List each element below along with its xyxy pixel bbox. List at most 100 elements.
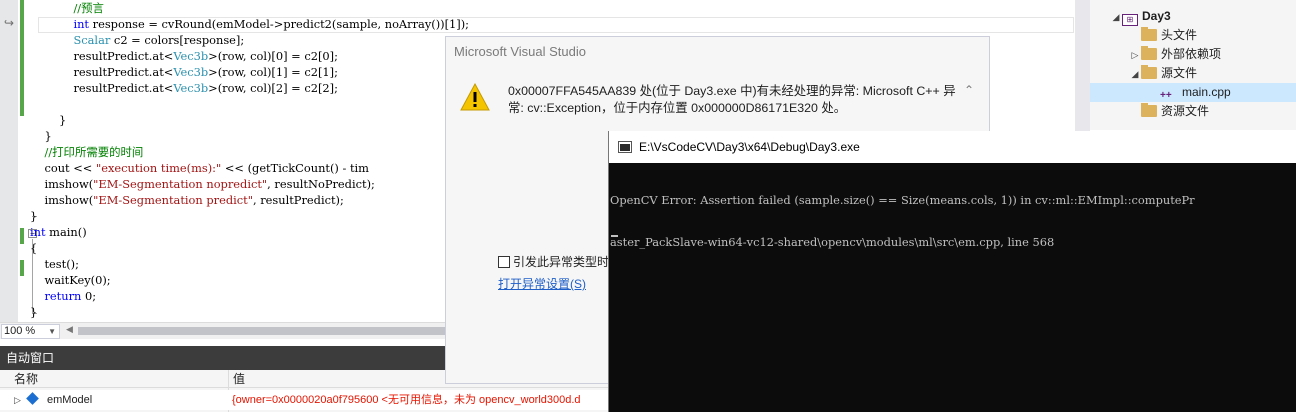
zoom-level-value: 100 % <box>4 325 36 337</box>
code-token: Vec3b <box>173 65 209 79</box>
column-header-value[interactable]: 值 <box>233 370 245 388</box>
tree-item-label: 外部依赖项 <box>1161 47 1222 61</box>
tree-item-label: 源文件 <box>1161 66 1198 80</box>
code-line[interactable]: } <box>30 128 52 144</box>
folder-icon <box>1141 103 1157 117</box>
code-token: resultPredict.at< <box>30 65 174 79</box>
console-output[interactable]: OpenCV Error: Assertion failed (sample.s… <box>610 165 1296 411</box>
console-titlebar[interactable]: E:\VsCodeCV\Day3\x64\Debug\Day3.exe <box>609 131 1296 163</box>
code-token: } <box>30 113 67 127</box>
variable-value[interactable]: {owner=0x0000020a0f795600 <无可用信息，未为 open… <box>232 390 581 410</box>
code-token: cout << <box>30 161 96 175</box>
solution-tree-item[interactable]: ◢ 源文件 <box>1090 64 1197 83</box>
expand-icon[interactable]: ▷ <box>14 390 21 410</box>
change-indicator <box>20 0 24 116</box>
code-token: //预言 <box>30 1 104 15</box>
code-token: "EM-Segmentation predict" <box>93 193 253 207</box>
checkbox-box[interactable] <box>498 256 510 268</box>
checkbox-label: 引发此异常类型时 <box>513 255 610 269</box>
code-line[interactable]: imshow("EM-Segmentation nopredict", resu… <box>30 176 375 192</box>
expand-icon[interactable]: ▷ <box>1129 46 1141 65</box>
solution-tree-item[interactable]: 资源文件 <box>1090 102 1209 121</box>
code-line[interactable]: int response = cvRound(emModel->predict2… <box>30 16 469 32</box>
code-token: } <box>30 305 38 319</box>
tree-item-label: 头文件 <box>1161 28 1198 42</box>
tree-item-label: main.cpp <box>1182 85 1231 99</box>
code-line[interactable]: cout << "execution time(ms):" << (getTic… <box>30 160 369 176</box>
console-title: E:\VsCodeCV\Day3\x64\Debug\Day3.exe <box>639 140 860 154</box>
tree-item-label: 资源文件 <box>1161 104 1210 118</box>
code-token: << (getTickCount() - tim <box>221 161 369 175</box>
folder-icon <box>1141 65 1157 79</box>
code-token: waitKey(0); <box>30 273 111 287</box>
text-cursor <box>611 235 618 237</box>
code-line[interactable]: resultPredict.at<Vec3b>(row, col)[0] = c… <box>30 48 338 64</box>
folder-icon <box>1141 27 1157 41</box>
solution-tree-item[interactable]: ◢ ⊞ Day3 <box>1090 7 1171 26</box>
collapse-icon[interactable]: ◢ <box>1129 65 1141 84</box>
break-on-exception-checkbox[interactable]: 引发此异常类型时 <box>498 253 609 270</box>
exception-message: 0x00007FFA545AA839 处(位于 Day3.exe 中)有未经处理… <box>508 84 956 115</box>
code-token: main() <box>45 225 87 239</box>
solution-tree-item[interactable]: 头文件 <box>1090 26 1197 45</box>
code-token: imshow( <box>30 193 94 207</box>
code-token: resultPredict.at< <box>30 49 174 63</box>
warning-icon <box>460 83 490 111</box>
code-token: Vec3b <box>173 49 209 63</box>
code-token: resultPredict.at< <box>30 81 174 95</box>
code-line[interactable]: imshow("EM-Segmentation predict", result… <box>30 192 344 208</box>
solution-tree-item[interactable]: ▷ 外部依赖项 <box>1090 45 1221 64</box>
code-line[interactable]: //预言 <box>30 0 104 16</box>
code-line[interactable]: Scalar c2 = colors[response]; <box>30 32 244 48</box>
zoom-level-select[interactable]: 100 % ▼ <box>1 324 60 339</box>
code-token: Scalar <box>30 33 111 47</box>
project-icon: ⊞ <box>1122 14 1138 26</box>
code-token: test(); <box>30 257 79 271</box>
console-window[interactable]: E:\VsCodeCV\Day3\x64\Debug\Day3.exe Open… <box>608 131 1296 412</box>
code-token: Vec3b <box>173 81 209 95</box>
code-token: return <box>30 289 82 303</box>
code-line[interactable]: int main() <box>30 224 87 240</box>
scroll-left-icon[interactable]: ◀ <box>66 325 73 335</box>
glyph-margin[interactable]: ↪ <box>0 0 18 322</box>
code-line[interactable]: waitKey(0); <box>30 272 111 288</box>
dialog-title: Microsoft Visual Studio <box>454 44 586 59</box>
code-token: , resultPredict); <box>252 193 344 207</box>
code-token: int <box>30 17 90 31</box>
code-token: , resultNoPredict); <box>267 177 375 191</box>
change-indicator <box>20 260 24 276</box>
solution-tree-item[interactable]: ++ main.cpp <box>1090 83 1296 102</box>
console-line: OpenCV Error: Assertion failed (sample.s… <box>610 193 1195 207</box>
code-token: } <box>30 129 52 143</box>
code-token: c2 = colors[response]; <box>110 33 245 47</box>
horizontal-scrollbar-thumb[interactable] <box>78 327 448 335</box>
code-token: //打印所需要的时间 <box>30 145 144 159</box>
code-token: "execution time(ms):" <box>95 161 222 175</box>
code-line[interactable]: resultPredict.at<Vec3b>(row, col)[1] = c… <box>30 64 338 80</box>
code-token: response = cvRound(emModel->predict2(sam… <box>89 17 470 31</box>
code-line[interactable]: return 0; <box>30 288 96 304</box>
code-token: } <box>30 209 38 223</box>
code-token: { <box>30 241 38 255</box>
code-token: >(row, col)[2] = c2[2]; <box>208 81 338 95</box>
return-arrow-icon: ↪ <box>3 16 15 30</box>
code-line[interactable]: //打印所需要的时间 <box>30 144 143 160</box>
collapse-icon[interactable]: ◢ <box>1110 8 1122 27</box>
open-exception-settings-link[interactable]: 打开异常设置(S) <box>498 275 586 292</box>
code-line[interactable]: resultPredict.at<Vec3b>(row, col)[2] = c… <box>30 80 338 96</box>
variable-object-icon <box>24 390 43 410</box>
code-line[interactable]: } <box>30 304 37 320</box>
column-header-name[interactable]: 名称 <box>14 370 38 388</box>
code-line[interactable]: { <box>30 240 37 256</box>
code-line[interactable]: test(); <box>30 256 79 272</box>
cpp-file-icon: ++ <box>1160 90 1172 101</box>
code-token: imshow( <box>30 177 94 191</box>
console-line: aster_PackSlave-win64-vc12-shared\opencv… <box>610 235 1055 249</box>
collapse-chevron-icon[interactable]: ⌃ <box>964 83 974 97</box>
console-app-icon <box>618 141 632 153</box>
folder-icon <box>1141 46 1157 60</box>
code-token: >(row, col)[0] = c2[0]; <box>208 49 338 63</box>
code-line[interactable]: } <box>30 208 37 224</box>
code-line[interactable]: } <box>30 112 66 128</box>
tree-item-label: Day3 <box>1142 9 1171 23</box>
